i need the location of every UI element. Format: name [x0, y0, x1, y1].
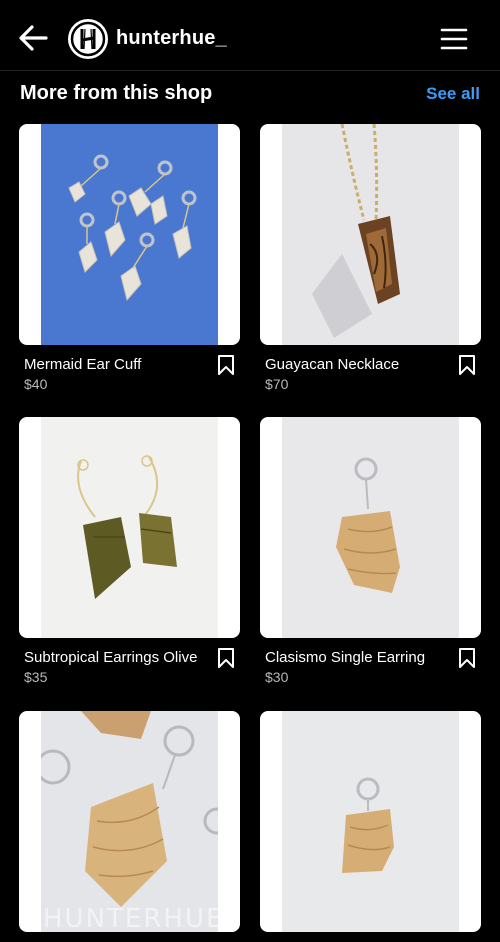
shop-logo-icon: [70, 21, 106, 57]
earring-pile-photo: HUNTERHUE: [41, 711, 218, 932]
product-card[interactable]: Mermaid Ear Cuff $40: [19, 124, 240, 392]
bookmark-icon: [218, 648, 234, 668]
hamburger-menu-icon: [440, 28, 468, 50]
product-price: $40: [24, 376, 48, 392]
product-price: $30: [265, 669, 289, 685]
ear-cuff-photo: [41, 124, 218, 345]
save-button[interactable]: [458, 354, 476, 376]
product-name[interactable]: Clasismo Single Earring: [265, 649, 425, 666]
product-card[interactable]: HUNTERHUE: [19, 711, 240, 932]
save-button[interactable]: [458, 647, 476, 669]
watermark: HUNTERHUE: [43, 904, 218, 932]
product-image[interactable]: [260, 711, 481, 932]
bookmark-icon: [459, 355, 475, 375]
product-card[interactable]: Clasismo Single Earring $30: [260, 417, 481, 685]
product-card[interactable]: [260, 711, 481, 932]
bookmark-icon: [218, 355, 234, 375]
arrow-left-icon: [19, 25, 48, 51]
bookmark-icon: [459, 648, 475, 668]
product-image[interactable]: [260, 417, 481, 638]
product-card[interactable]: Guayacan Necklace $70: [260, 124, 481, 392]
product-image[interactable]: HUNTERHUE: [19, 711, 240, 932]
olive-earrings-photo: [41, 417, 218, 638]
product-name[interactable]: Mermaid Ear Cuff: [24, 356, 141, 373]
single-earring-photo: [282, 417, 459, 638]
back-button[interactable]: [16, 22, 52, 54]
save-button[interactable]: [217, 354, 235, 376]
menu-button[interactable]: [438, 24, 470, 54]
product-image[interactable]: [19, 417, 240, 638]
product-card[interactable]: Subtropical Earrings Olive $35: [19, 417, 240, 685]
product-image[interactable]: [260, 124, 481, 345]
avatar[interactable]: [68, 19, 108, 59]
product-price: $70: [265, 376, 289, 392]
product-name[interactable]: Subtropical Earrings Olive: [24, 649, 197, 666]
keychain-earring-photo: [282, 711, 459, 932]
section-title: More from this shop: [20, 82, 213, 104]
shop-username[interactable]: hunterhue_: [116, 27, 227, 50]
necklace-photo: [282, 124, 459, 345]
product-price: $35: [24, 669, 48, 685]
save-button[interactable]: [217, 647, 235, 669]
see-all-link[interactable]: See all: [426, 84, 480, 104]
top-bar: hunterhue_: [0, 0, 500, 71]
product-name[interactable]: Guayacan Necklace: [265, 356, 399, 373]
product-image[interactable]: [19, 124, 240, 345]
